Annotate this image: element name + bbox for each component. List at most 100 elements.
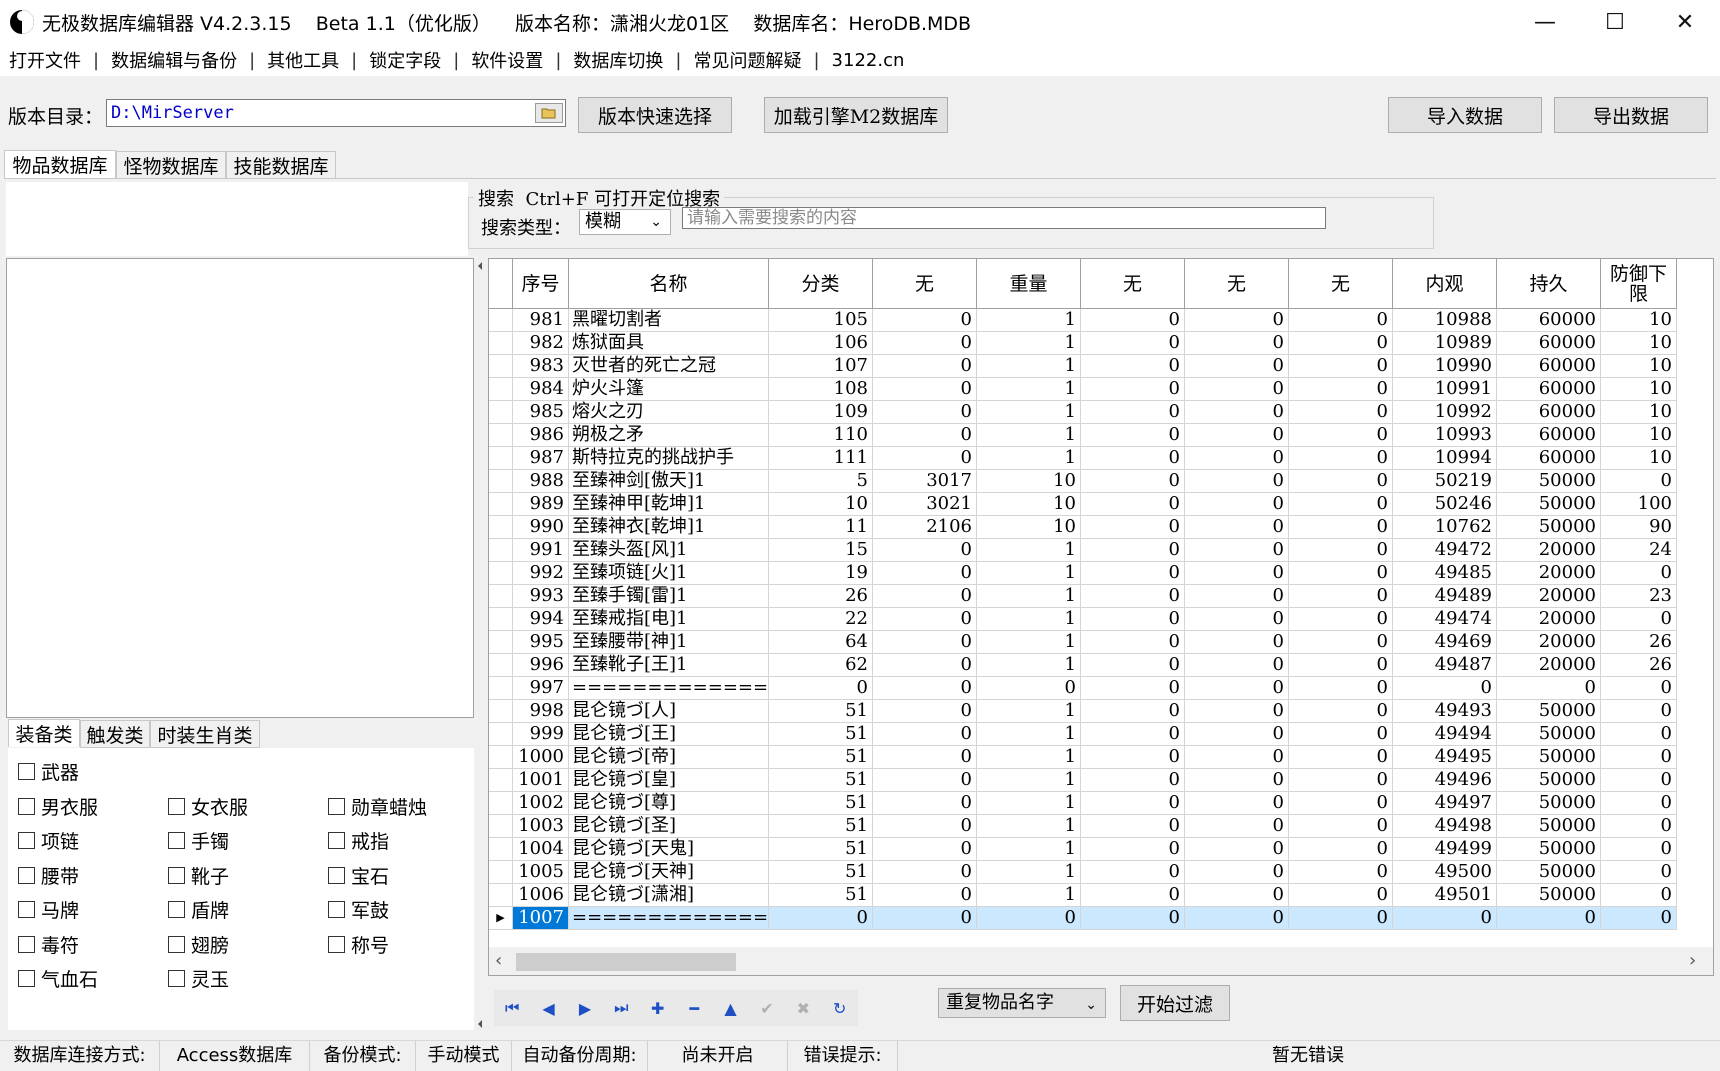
- table-cell[interactable]: 0: [1081, 631, 1185, 654]
- column-header[interactable]: 持久: [1497, 259, 1601, 309]
- table-cell[interactable]: 51: [769, 884, 873, 907]
- checkbox-medal-candle[interactable]: 勋章蜡烛: [328, 793, 427, 820]
- table-cell[interactable]: 0: [1185, 309, 1289, 332]
- table-cell[interactable]: 0: [1601, 562, 1677, 585]
- table-cell[interactable]: 0: [1081, 746, 1185, 769]
- table-row[interactable]: 987 斯特拉克的挑战护手 111 0 1 0 0 0 10994 60000 10: [489, 447, 1677, 470]
- row-id-cell[interactable]: 994: [513, 608, 569, 631]
- item-name-cell[interactable]: 灭世者的死亡之冠: [569, 355, 769, 378]
- item-name-cell[interactable]: 至臻腰带[神]1: [569, 631, 769, 654]
- table-cell[interactable]: 1: [977, 631, 1081, 654]
- table-cell[interactable]: 49495: [1393, 746, 1497, 769]
- column-header[interactable]: 内观: [1393, 259, 1497, 309]
- table-cell[interactable]: 1: [977, 884, 1081, 907]
- table-cell[interactable]: 0: [1185, 516, 1289, 539]
- table-cell[interactable]: 10: [1601, 378, 1677, 401]
- row-id-cell[interactable]: 1004: [513, 838, 569, 861]
- row-indicator[interactable]: [489, 654, 513, 677]
- table-cell[interactable]: 10991: [1393, 378, 1497, 401]
- item-name-cell[interactable]: 至臻神甲[乾坤]1: [569, 493, 769, 516]
- item-name-cell[interactable]: 昆仑镜づ[帝]: [569, 746, 769, 769]
- table-cell[interactable]: 0: [1081, 677, 1185, 700]
- table-cell[interactable]: 0: [1081, 861, 1185, 884]
- column-header[interactable]: 无: [873, 259, 977, 309]
- row-id-cell[interactable]: 1006: [513, 884, 569, 907]
- table-cell[interactable]: 49474: [1393, 608, 1497, 631]
- table-cell[interactable]: 50000: [1497, 746, 1601, 769]
- close-button[interactable]: ✕: [1650, 0, 1720, 44]
- add-record-icon[interactable]: ✚: [643, 999, 673, 1018]
- table-cell[interactable]: 0: [1081, 654, 1185, 677]
- table-cell[interactable]: 0: [1081, 447, 1185, 470]
- table-cell[interactable]: 0: [1601, 884, 1677, 907]
- table-cell[interactable]: 0: [1185, 746, 1289, 769]
- scroll-right-icon[interactable]: ›: [1689, 950, 1696, 971]
- table-cell[interactable]: 50000: [1497, 769, 1601, 792]
- table-cell[interactable]: 0: [1081, 562, 1185, 585]
- load-m2-button[interactable]: 加载引擎M2数据库: [764, 97, 948, 133]
- table-cell[interactable]: 0: [1289, 792, 1393, 815]
- row-id-cell[interactable]: 991: [513, 539, 569, 562]
- table-cell[interactable]: 0: [1185, 700, 1289, 723]
- table-cell[interactable]: 0: [1289, 378, 1393, 401]
- table-cell[interactable]: 1: [977, 861, 1081, 884]
- table-cell[interactable]: 0: [1601, 769, 1677, 792]
- table-cell[interactable]: 111: [769, 447, 873, 470]
- table-cell[interactable]: 0: [873, 654, 977, 677]
- delete-record-icon[interactable]: ━: [679, 999, 709, 1018]
- table-cell[interactable]: 109: [769, 401, 873, 424]
- table-cell[interactable]: 0: [1289, 769, 1393, 792]
- table-cell[interactable]: 60000: [1497, 401, 1601, 424]
- item-name-cell[interactable]: 昆仑镜づ[潇湘]: [569, 884, 769, 907]
- table-row[interactable]: 991 至臻头盔[风]1 15 0 1 0 0 0 49472 20000 24: [489, 539, 1677, 562]
- table-cell[interactable]: 0: [1497, 907, 1601, 930]
- table-row[interactable]: 990 至臻神衣[乾坤]1 11 2106 10 0 0 0 10762 50000 90: [489, 516, 1677, 539]
- table-cell[interactable]: 10: [1601, 424, 1677, 447]
- item-name-cell[interactable]: 至臻项链[火]1: [569, 562, 769, 585]
- menu-edit-backup[interactable]: 数据编辑与备份: [102, 47, 246, 73]
- table-cell[interactable]: 26: [769, 585, 873, 608]
- table-cell[interactable]: 0: [1185, 654, 1289, 677]
- table-cell[interactable]: 0: [873, 585, 977, 608]
- row-indicator[interactable]: [489, 608, 513, 631]
- table-cell[interactable]: 0: [1185, 815, 1289, 838]
- table-cell[interactable]: 51: [769, 815, 873, 838]
- row-id-cell[interactable]: 996: [513, 654, 569, 677]
- item-name-cell[interactable]: 昆仑镜づ[人]: [569, 700, 769, 723]
- checkbox-box[interactable]: [18, 901, 35, 918]
- row-id-cell[interactable]: 1007: [513, 907, 569, 930]
- table-row[interactable]: 985 熔火之刃 109 0 1 0 0 0 10992 60000 10: [489, 401, 1677, 424]
- table-cell[interactable]: 0: [873, 332, 977, 355]
- table-cell[interactable]: 0: [873, 769, 977, 792]
- table-cell[interactable]: 1: [977, 309, 1081, 332]
- table-cell[interactable]: 0: [769, 677, 873, 700]
- row-id-cell[interactable]: 1000: [513, 746, 569, 769]
- cancel-record-icon[interactable]: ✖: [788, 999, 818, 1018]
- table-cell[interactable]: 64: [769, 631, 873, 654]
- checkbox-box[interactable]: [328, 832, 345, 849]
- table-cell[interactable]: 107: [769, 355, 873, 378]
- table-cell[interactable]: 0: [1185, 677, 1289, 700]
- checkbox-war-drum[interactable]: 军鼓: [328, 896, 389, 923]
- tab-skills-db[interactable]: 技能数据库: [226, 151, 336, 179]
- table-cell[interactable]: 0: [1289, 562, 1393, 585]
- table-cell[interactable]: 0: [1289, 470, 1393, 493]
- table-cell[interactable]: 10: [769, 493, 873, 516]
- quick-select-button[interactable]: 版本快速选择: [578, 97, 732, 133]
- table-cell[interactable]: 0: [1081, 332, 1185, 355]
- table-cell[interactable]: 0: [1289, 723, 1393, 746]
- table-cell[interactable]: 0: [1081, 700, 1185, 723]
- table-cell[interactable]: 0: [1289, 585, 1393, 608]
- table-cell[interactable]: 0: [873, 401, 977, 424]
- checkbox-box[interactable]: [168, 798, 185, 815]
- table-cell[interactable]: 0: [1185, 401, 1289, 424]
- table-cell[interactable]: 60000: [1497, 309, 1601, 332]
- table-cell[interactable]: 0: [873, 884, 977, 907]
- column-header[interactable]: 序号: [513, 259, 569, 309]
- item-name-cell[interactable]: 至臻神衣[乾坤]1: [569, 516, 769, 539]
- table-cell[interactable]: 49487: [1393, 654, 1497, 677]
- row-indicator[interactable]: [489, 585, 513, 608]
- item-name-cell[interactable]: 至臻头盔[风]1: [569, 539, 769, 562]
- table-cell[interactable]: 0: [1185, 907, 1289, 930]
- table-cell[interactable]: 0: [1601, 746, 1677, 769]
